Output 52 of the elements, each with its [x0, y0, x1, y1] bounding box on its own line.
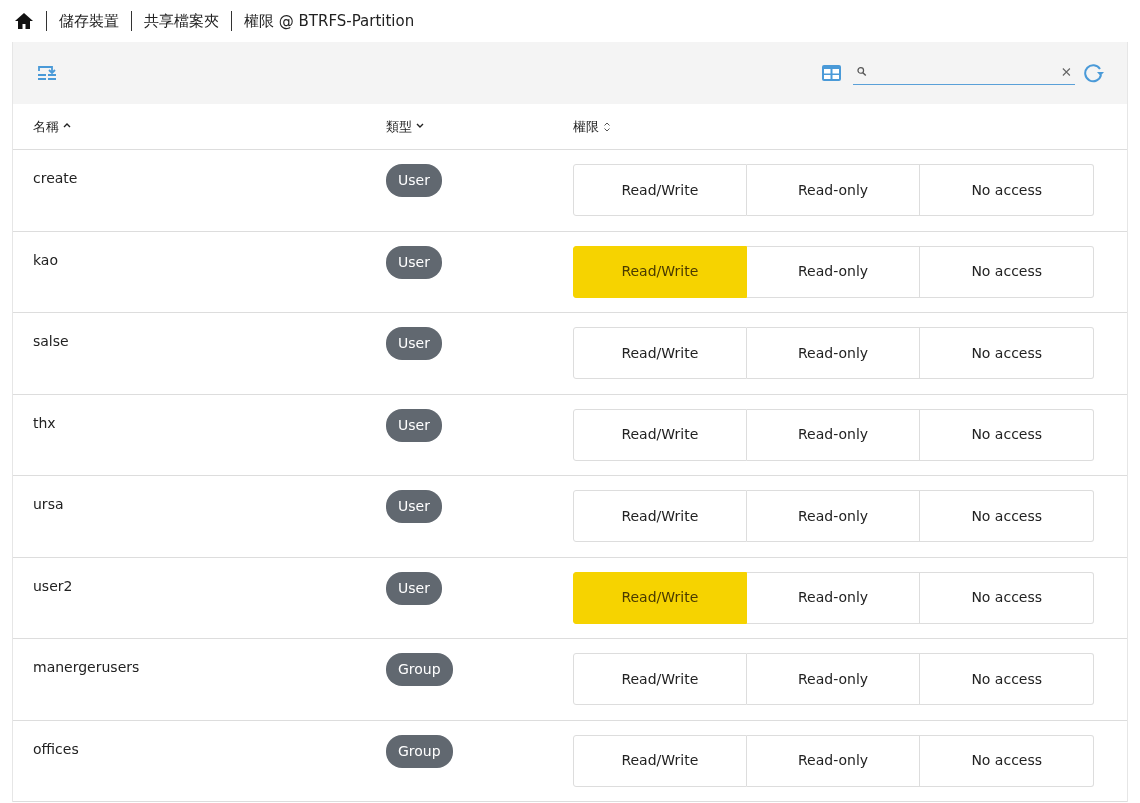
account-name: manergerusers — [33, 659, 140, 675]
permission-option[interactable]: Read/Write — [573, 490, 747, 542]
account-name: user2 — [33, 577, 73, 594]
account-type-tag: User — [386, 245, 442, 279]
permission-option[interactable]: Read/Write — [573, 408, 747, 461]
account-type-tag: Group — [386, 734, 453, 768]
column-header[interactable]: 權限 — [573, 116, 611, 137]
account-name: create — [33, 170, 78, 186]
breadcrumb-link[interactable]: 權限 @ BTRFS-Partition — [244, 9, 415, 33]
permission-option[interactable]: No access — [920, 408, 1095, 461]
permission-option[interactable]: No access — [920, 571, 1095, 624]
clear-icon[interactable] — [1062, 66, 1071, 77]
account-type-tag: User — [386, 408, 442, 442]
account-type-tag: User — [386, 571, 442, 605]
refresh-icon[interactable] — [1083, 63, 1105, 83]
permission-option[interactable]: Read/Write — [573, 164, 747, 216]
permission-option[interactable]: No access — [920, 327, 1095, 379]
permission-option[interactable]: No access — [920, 164, 1095, 216]
account-name: kao — [33, 251, 58, 268]
account-type-tag: User — [386, 490, 442, 523]
permission-option[interactable]: Read/Write — [573, 327, 747, 379]
permission-option[interactable]: Read/Write — [573, 571, 747, 624]
permission-option[interactable]: No access — [920, 245, 1095, 298]
permission-option[interactable]: Read-only — [746, 408, 921, 461]
permission-option[interactable]: Read-only — [746, 245, 921, 298]
home-icon[interactable] — [14, 12, 34, 30]
account-name: thx — [33, 414, 56, 431]
column-header[interactable]: 名稱 — [33, 116, 71, 137]
grid-view-icon[interactable] — [822, 65, 841, 81]
import-list-icon[interactable] — [37, 64, 57, 82]
permission-option[interactable]: Read/Write — [573, 653, 747, 705]
permission-option[interactable]: Read-only — [746, 327, 921, 379]
permission-option[interactable]: Read/Write — [573, 734, 747, 787]
breadcrumb-link[interactable]: 共享檔案夾 — [144, 9, 219, 33]
permission-option[interactable]: Read/Write — [573, 245, 747, 298]
permission-option[interactable]: No access — [920, 653, 1095, 705]
account-name: offices — [33, 740, 79, 757]
permission-option[interactable]: No access — [920, 490, 1095, 542]
account-name: ursa — [33, 496, 64, 512]
permission-option[interactable]: Read-only — [746, 734, 921, 787]
account-type-tag: Group — [386, 653, 453, 686]
permission-option[interactable]: Read-only — [746, 571, 921, 624]
search-icon — [857, 66, 867, 77]
breadcrumb-link[interactable]: 儲存裝置 — [59, 9, 119, 33]
column-header[interactable]: 類型 — [386, 116, 424, 137]
account-type-tag: User — [386, 327, 442, 360]
account-name: salse — [33, 333, 69, 349]
account-type-tag: User — [386, 164, 442, 197]
permission-option[interactable]: Read-only — [746, 653, 921, 705]
permission-option[interactable]: Read-only — [746, 490, 921, 542]
permission-option[interactable]: Read-only — [746, 164, 921, 216]
permission-option[interactable]: No access — [920, 734, 1095, 787]
